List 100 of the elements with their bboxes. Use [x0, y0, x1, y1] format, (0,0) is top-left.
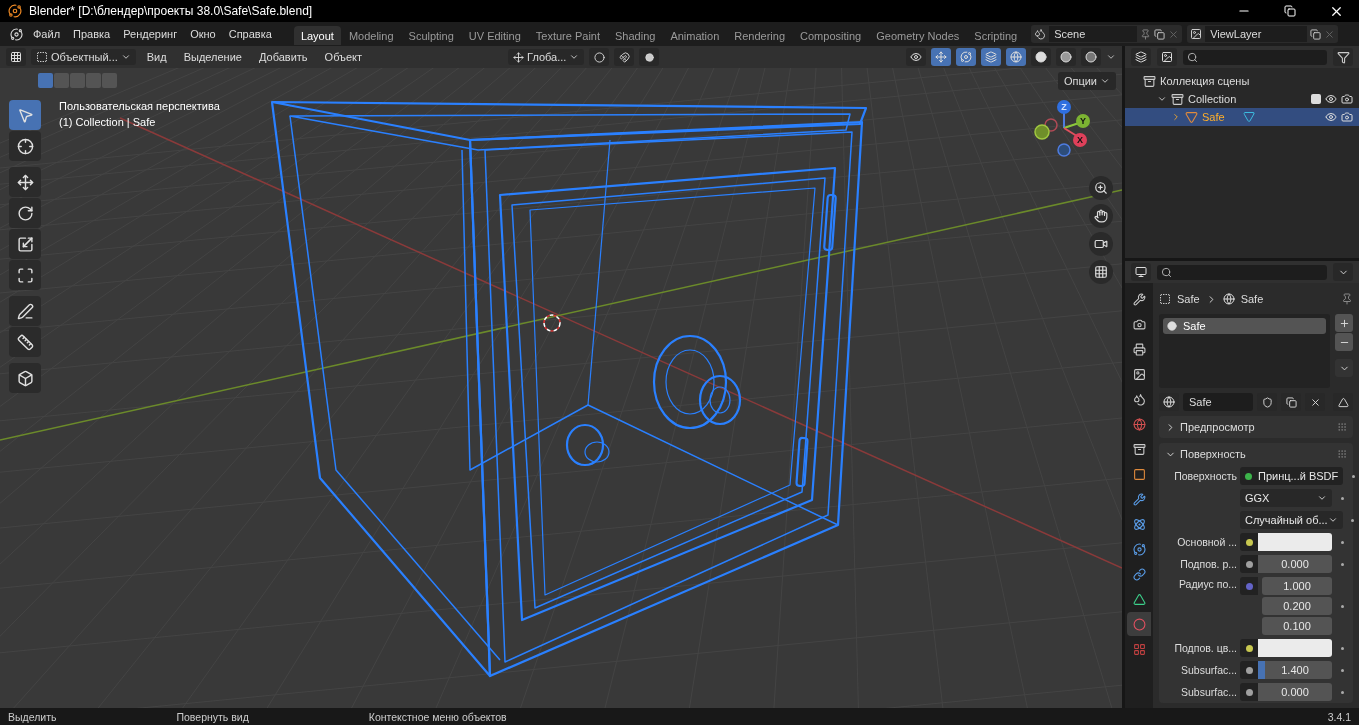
menu-item[interactable]: Вид — [140, 49, 173, 65]
rotate-tool-button[interactable] — [9, 198, 41, 228]
panel-header[interactable]: Поверхность — [1159, 443, 1353, 465]
slot-menu-button[interactable] — [1335, 359, 1353, 377]
socket-button[interactable] — [1240, 683, 1258, 701]
socket-button[interactable] — [1240, 533, 1258, 551]
keyframe-dot[interactable] — [1340, 690, 1344, 694]
menu-item[interactable]: Файл — [27, 26, 67, 42]
editor-type-button[interactable] — [6, 48, 26, 66]
number-field[interactable]: 0.200 — [1262, 597, 1332, 615]
search-field[interactable] — [1157, 264, 1327, 280]
visibility-button[interactable] — [906, 48, 926, 66]
ortho-toggle-button[interactable] — [1089, 260, 1113, 284]
outliner-row[interactable]: Коллекция сцены — [1125, 72, 1359, 90]
select-box-tool-button[interactable] — [9, 100, 41, 130]
workspace-tab[interactable]: Geometry Nodes — [869, 26, 967, 45]
number-field[interactable]: 1.000 — [1262, 577, 1332, 595]
wireframe-sphere-icon — [1010, 51, 1022, 63]
dropdown[interactable]: GGX — [1240, 489, 1332, 507]
keyframe-dot[interactable] — [1340, 540, 1344, 544]
editor-type-button[interactable] — [1131, 48, 1151, 66]
keyframe-dot[interactable] — [1351, 474, 1355, 478]
move-tool-button[interactable] — [9, 167, 41, 197]
menu-item[interactable]: Правка — [67, 26, 117, 42]
dropdown-button[interactable] — [1333, 263, 1353, 281]
keyframe-dot[interactable] — [1340, 562, 1344, 566]
workspace-tab[interactable]: Shading — [608, 26, 663, 45]
shader-link-field[interactable]: Принц...й BSDF — [1240, 467, 1344, 485]
socket-button[interactable] — [1240, 555, 1258, 573]
workspace-tab[interactable]: Modeling — [341, 26, 401, 45]
color-swatch[interactable] — [1258, 533, 1332, 551]
filter-button[interactable] — [1333, 48, 1353, 66]
remove-slot-button[interactable] — [1335, 333, 1353, 351]
annotate-tool-button[interactable] — [9, 296, 41, 326]
view-layer-selector[interactable]: ViewLayer — [1187, 25, 1339, 43]
scale-tool-button[interactable] — [9, 229, 41, 259]
scene-selector[interactable]: Scene — [1031, 25, 1183, 43]
shading-mode-button[interactable] — [1031, 48, 1051, 66]
snap-button[interactable] — [614, 48, 635, 66]
mode-dropdown[interactable]: Объектный... — [31, 49, 136, 65]
proportional-button[interactable] — [639, 48, 660, 66]
workspace-tab[interactable]: Animation — [663, 26, 727, 45]
workspace-tab[interactable]: Compositing — [793, 26, 869, 45]
transform-tool-button[interactable] — [9, 260, 41, 290]
workspace-tab[interactable]: Sculpting — [401, 26, 461, 45]
status-hint: Контекстное меню объектов — [368, 710, 507, 723]
camera-view-button[interactable] — [1089, 232, 1113, 256]
display-mode-button[interactable] — [1157, 48, 1177, 66]
keyframe-dot[interactable] — [1340, 496, 1344, 500]
material-slot[interactable]: Safe — [1163, 318, 1326, 334]
editor-type-button[interactable] — [1131, 263, 1151, 281]
outliner-row[interactable]: Collection — [1125, 90, 1359, 108]
droplets-icon — [1132, 392, 1146, 406]
pivot-button[interactable] — [589, 48, 610, 66]
checkbox[interactable] — [1311, 94, 1321, 104]
outliner-row[interactable]: Safe — [1125, 108, 1359, 126]
material-name-field[interactable]: Safe — [1183, 393, 1253, 411]
menu-item[interactable]: Объект — [318, 49, 369, 65]
number-field[interactable]: 0.000 — [1258, 555, 1332, 573]
options-dropdown[interactable]: Опции — [1057, 72, 1116, 90]
menu-item[interactable]: Рендеринг — [117, 26, 184, 42]
add-slot-button[interactable] — [1335, 314, 1353, 332]
search-field[interactable] — [1183, 49, 1327, 65]
breadcrumb-item[interactable]: Safe — [1240, 293, 1264, 305]
workspace-tab[interactable]: Scripting — [967, 26, 1025, 45]
gizmo-toggle-button[interactable] — [931, 48, 951, 66]
overlay-toggle-button[interactable] — [956, 48, 976, 66]
zoom-button[interactable] — [1089, 176, 1113, 200]
menu-item[interactable]: Выделение — [177, 49, 248, 65]
number-field[interactable]: 0.000 — [1258, 683, 1332, 701]
orientation-dropdown[interactable]: Глоба... — [508, 49, 585, 65]
workspace-tab[interactable]: Texture Paint — [528, 26, 607, 45]
grid-icon — [1094, 265, 1108, 279]
shading-mode-button[interactable] — [1081, 48, 1101, 66]
workspace-tab[interactable]: UV Editing — [461, 26, 528, 45]
collection-icon — [1143, 74, 1156, 88]
number-field[interactable]: 0.100 — [1262, 617, 1332, 635]
color-swatch[interactable] — [1258, 639, 1332, 657]
keyframe-dot[interactable] — [1340, 646, 1344, 650]
cursor-tool-button[interactable] — [9, 131, 41, 161]
keyframe-dot[interactable] — [1340, 668, 1344, 672]
xray-toggle-button[interactable] — [981, 48, 1001, 66]
workspace-tab[interactable]: Layout — [293, 26, 341, 45]
shading-mode-button[interactable] — [1056, 48, 1076, 66]
socket-button[interactable] — [1240, 661, 1258, 679]
add-cube-tool-button[interactable] — [9, 363, 41, 393]
menu-item[interactable]: Справка — [222, 26, 278, 42]
axis-gizmo[interactable]: Z Y X — [1034, 98, 1106, 170]
panel-header[interactable]: Предпросмотр — [1159, 416, 1353, 438]
breadcrumb-item[interactable]: Safe — [1177, 293, 1200, 305]
dropdown[interactable]: Случайный об... — [1240, 511, 1343, 529]
pan-button[interactable] — [1089, 204, 1113, 228]
workspace-tab[interactable]: Rendering — [727, 26, 793, 45]
slider-field[interactable]: 1.400 — [1258, 661, 1332, 679]
socket-button[interactable] — [1240, 639, 1258, 657]
menu-item[interactable]: Добавить — [252, 49, 314, 65]
keyframe-dot[interactable] — [1351, 518, 1355, 522]
menu-item[interactable]: Окно — [184, 26, 222, 42]
measure-tool-button[interactable] — [9, 327, 41, 357]
keyframe-dot[interactable] — [1340, 604, 1344, 608]
